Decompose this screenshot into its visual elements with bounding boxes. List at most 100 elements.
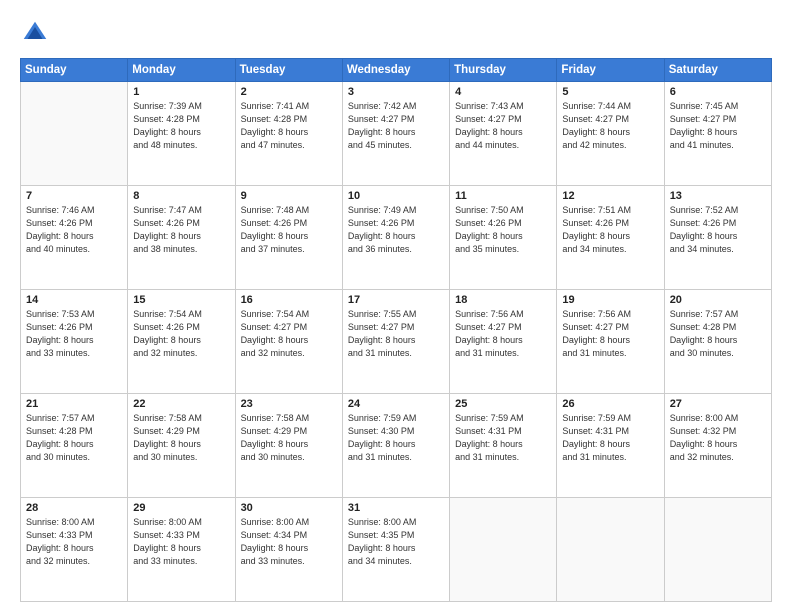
day-info: Sunrise: 7:59 AM Sunset: 4:31 PM Dayligh… xyxy=(562,412,658,464)
day-number: 13 xyxy=(670,190,766,202)
calendar-cell: 29Sunrise: 8:00 AM Sunset: 4:33 PM Dayli… xyxy=(128,498,235,602)
page: SundayMondayTuesdayWednesdayThursdayFrid… xyxy=(0,0,792,612)
calendar-cell: 15Sunrise: 7:54 AM Sunset: 4:26 PM Dayli… xyxy=(128,290,235,394)
day-number: 10 xyxy=(348,190,444,202)
calendar-cell: 13 Sunrise: 7:52 AM Sunset: 4:26 PM Dayli… xyxy=(664,186,771,290)
day-number: 16 xyxy=(241,294,337,306)
day-info: Sunrise: 7:57 AM Sunset: 4:28 PM Dayligh… xyxy=(670,308,766,360)
calendar-cell: 25 Sunrise: 7:59 AM Sunset: 4:31 PM Dayli… xyxy=(450,394,557,498)
calendar-cell: 4 Sunrise: 7:43 AM Sunset: 4:27 PM Daylig… xyxy=(450,82,557,186)
day-info: Sunrise: 7:59 AM Sunset: 4:30 PM Dayligh… xyxy=(348,412,444,464)
calendar-cell: 2 Sunrise: 7:41 AM Sunset: 4:28 PM Daylig… xyxy=(235,82,342,186)
day-info: Sunrise: 8:00 AM Sunset: 4:33 PM Dayligh… xyxy=(133,516,229,568)
calendar-cell: 27 Sunrise: 8:00 AM Sunset: 4:32 PM Dayli… xyxy=(664,394,771,498)
day-info: Sunrise: 8:00 AM Sunset: 4:32 PM Dayligh… xyxy=(670,412,766,464)
day-info: Sunrise: 7:47 AM Sunset: 4:26 PM Dayligh… xyxy=(133,204,229,256)
day-number: 17 xyxy=(348,294,444,306)
calendar-cell: 5 Sunrise: 7:44 AM Sunset: 4:27 PM Daylig… xyxy=(557,82,664,186)
day-info: Sunrise: 7:57 AM Sunset: 4:28 PM Dayligh… xyxy=(26,412,122,464)
day-info: Sunrise: 8:00 AM Sunset: 4:33 PM Dayligh… xyxy=(26,516,122,568)
day-number: 2 xyxy=(241,86,337,98)
day-number: 8 xyxy=(133,190,229,202)
weekday-header-friday: Friday xyxy=(557,59,664,82)
day-info: Sunrise: 8:00 AM Sunset: 4:35 PM Dayligh… xyxy=(348,516,444,568)
calendar-cell: 26Sunrise: 7:59 AM Sunset: 4:31 PM Dayli… xyxy=(557,394,664,498)
weekday-header-sunday: Sunday xyxy=(21,59,128,82)
calendar-cell: 31 Sunrise: 8:00 AM Sunset: 4:35 PM Dayli… xyxy=(342,498,449,602)
day-info: Sunrise: 8:00 AM Sunset: 4:34 PM Dayligh… xyxy=(241,516,337,568)
weekday-header-thursday: Thursday xyxy=(450,59,557,82)
day-info: Sunrise: 7:43 AM Sunset: 4:27 PM Dayligh… xyxy=(455,100,551,152)
calendar-cell: 22Sunrise: 7:58 AM Sunset: 4:29 PM Dayli… xyxy=(128,394,235,498)
day-number: 1 xyxy=(133,86,229,98)
calendar-cell: 16 Sunrise: 7:54 AM Sunset: 4:27 PM Dayli… xyxy=(235,290,342,394)
weekday-header-row: SundayMondayTuesdayWednesdayThursdayFrid… xyxy=(21,59,772,82)
day-number: 15 xyxy=(133,294,229,306)
calendar-cell: 9 Sunrise: 7:48 AM Sunset: 4:26 PM Daylig… xyxy=(235,186,342,290)
day-number: 6 xyxy=(670,86,766,98)
calendar-cell: 11 Sunrise: 7:50 AM Sunset: 4:26 PM Dayli… xyxy=(450,186,557,290)
day-number: 11 xyxy=(455,190,551,202)
day-info: Sunrise: 7:48 AM Sunset: 4:26 PM Dayligh… xyxy=(241,204,337,256)
logo-icon xyxy=(20,18,50,48)
week-row-2: 14 Sunrise: 7:53 AM Sunset: 4:26 PM Dayli… xyxy=(21,290,772,394)
calendar-cell xyxy=(21,82,128,186)
day-number: 3 xyxy=(348,86,444,98)
week-row-3: 21Sunrise: 7:57 AM Sunset: 4:28 PM Dayli… xyxy=(21,394,772,498)
calendar-cell xyxy=(664,498,771,602)
calendar-table: SundayMondayTuesdayWednesdayThursdayFrid… xyxy=(20,58,772,602)
day-info: Sunrise: 7:50 AM Sunset: 4:26 PM Dayligh… xyxy=(455,204,551,256)
calendar-cell: 19 Sunrise: 7:56 AM Sunset: 4:27 PM Dayli… xyxy=(557,290,664,394)
day-number: 12 xyxy=(562,190,658,202)
day-number: 28 xyxy=(26,502,122,514)
calendar-cell: 3 Sunrise: 7:42 AM Sunset: 4:27 PM Daylig… xyxy=(342,82,449,186)
calendar-cell: 18 Sunrise: 7:56 AM Sunset: 4:27 PM Dayli… xyxy=(450,290,557,394)
day-info: Sunrise: 7:41 AM Sunset: 4:28 PM Dayligh… xyxy=(241,100,337,152)
day-info: Sunrise: 7:51 AM Sunset: 4:26 PM Dayligh… xyxy=(562,204,658,256)
day-number: 7 xyxy=(26,190,122,202)
day-info: Sunrise: 7:52 AM Sunset: 4:26 PM Dayligh… xyxy=(670,204,766,256)
calendar-cell: 12 Sunrise: 7:51 AM Sunset: 4:26 PM Dayli… xyxy=(557,186,664,290)
day-info: Sunrise: 7:59 AM Sunset: 4:31 PM Dayligh… xyxy=(455,412,551,464)
day-number: 9 xyxy=(241,190,337,202)
weekday-header-tuesday: Tuesday xyxy=(235,59,342,82)
day-number: 25 xyxy=(455,398,551,410)
day-info: Sunrise: 7:55 AM Sunset: 4:27 PM Dayligh… xyxy=(348,308,444,360)
calendar-cell: 8 Sunrise: 7:47 AM Sunset: 4:26 PM Daylig… xyxy=(128,186,235,290)
day-number: 24 xyxy=(348,398,444,410)
calendar-cell: 23 Sunrise: 7:58 AM Sunset: 4:29 PM Dayli… xyxy=(235,394,342,498)
day-info: Sunrise: 7:56 AM Sunset: 4:27 PM Dayligh… xyxy=(562,308,658,360)
calendar-cell: 20Sunrise: 7:57 AM Sunset: 4:28 PM Dayli… xyxy=(664,290,771,394)
calendar-cell: 7 Sunrise: 7:46 AM Sunset: 4:26 PM Daylig… xyxy=(21,186,128,290)
logo xyxy=(20,18,54,48)
day-number: 22 xyxy=(133,398,229,410)
calendar-cell: 28 Sunrise: 8:00 AM Sunset: 4:33 PM Dayli… xyxy=(21,498,128,602)
day-number: 19 xyxy=(562,294,658,306)
calendar-cell xyxy=(450,498,557,602)
calendar-cell: 17 Sunrise: 7:55 AM Sunset: 4:27 PM Dayli… xyxy=(342,290,449,394)
day-number: 27 xyxy=(670,398,766,410)
calendar-cell: 14 Sunrise: 7:53 AM Sunset: 4:26 PM Dayli… xyxy=(21,290,128,394)
calendar-cell: 1 Sunrise: 7:39 AM Sunset: 4:28 PM Daylig… xyxy=(128,82,235,186)
day-info: Sunrise: 7:49 AM Sunset: 4:26 PM Dayligh… xyxy=(348,204,444,256)
day-number: 31 xyxy=(348,502,444,514)
week-row-4: 28 Sunrise: 8:00 AM Sunset: 4:33 PM Dayli… xyxy=(21,498,772,602)
day-info: Sunrise: 7:42 AM Sunset: 4:27 PM Dayligh… xyxy=(348,100,444,152)
day-number: 23 xyxy=(241,398,337,410)
weekday-header-wednesday: Wednesday xyxy=(342,59,449,82)
calendar-cell: 21Sunrise: 7:57 AM Sunset: 4:28 PM Dayli… xyxy=(21,394,128,498)
day-number: 14 xyxy=(26,294,122,306)
day-info: Sunrise: 7:46 AM Sunset: 4:26 PM Dayligh… xyxy=(26,204,122,256)
day-number: 4 xyxy=(455,86,551,98)
day-info: Sunrise: 7:58 AM Sunset: 4:29 PM Dayligh… xyxy=(241,412,337,464)
day-info: Sunrise: 7:53 AM Sunset: 4:26 PM Dayligh… xyxy=(26,308,122,360)
calendar-cell xyxy=(557,498,664,602)
day-info: Sunrise: 7:54 AM Sunset: 4:27 PM Dayligh… xyxy=(241,308,337,360)
day-info: Sunrise: 7:44 AM Sunset: 4:27 PM Dayligh… xyxy=(562,100,658,152)
day-number: 18 xyxy=(455,294,551,306)
day-number: 5 xyxy=(562,86,658,98)
week-row-1: 7 Sunrise: 7:46 AM Sunset: 4:26 PM Daylig… xyxy=(21,186,772,290)
week-row-0: 1 Sunrise: 7:39 AM Sunset: 4:28 PM Daylig… xyxy=(21,82,772,186)
day-info: Sunrise: 7:56 AM Sunset: 4:27 PM Dayligh… xyxy=(455,308,551,360)
day-info: Sunrise: 7:39 AM Sunset: 4:28 PM Dayligh… xyxy=(133,100,229,152)
